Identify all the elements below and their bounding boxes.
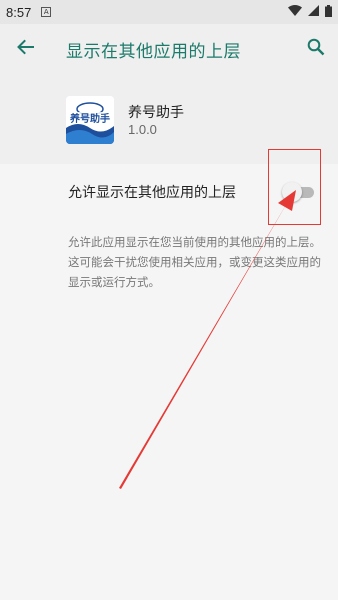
- settings-content: 允许显示在其他应用的上层 允许此应用显示在您当前使用的其他应用的上层。这可能会干…: [0, 149, 338, 600]
- permission-label: 允许显示在其他应用的上层: [68, 185, 236, 201]
- page-title: 显示在其他应用的上层: [66, 41, 241, 62]
- status-time: 8:57: [6, 4, 32, 20]
- app-icon: 养号助手: [66, 96, 114, 144]
- app-info-header: 养号助手 养号助手 1.0.0: [0, 74, 338, 164]
- toggle-thumb: [282, 182, 302, 202]
- a-badge-icon: A: [41, 7, 52, 17]
- permission-toggle[interactable]: [282, 182, 316, 202]
- app-bar: 显示在其他应用的上层: [0, 24, 338, 74]
- permission-description: 允许此应用显示在您当前使用的其他应用的上层。这可能会干扰您使用相关应用，或变更这…: [68, 235, 321, 289]
- permission-setting-row[interactable]: 允许显示在其他应用的上层: [0, 149, 338, 225]
- status-bar: 8:57 A: [0, 0, 338, 24]
- battery-icon: [325, 4, 332, 20]
- app-name: 养号助手: [128, 105, 184, 121]
- search-icon: [307, 38, 325, 60]
- app-version: 1.0.0: [128, 122, 157, 137]
- screen: 8:57 A 显示在其他应用的上层 养号助手 养号助手 1.0.0 允许显示在其…: [0, 0, 338, 600]
- signal-icon: [308, 5, 319, 19]
- wifi-icon: [288, 5, 302, 19]
- arrow-back-icon: [16, 39, 34, 59]
- search-button[interactable]: [294, 24, 338, 74]
- app-icon-text: 养号助手: [69, 112, 110, 125]
- status-icons: [288, 4, 332, 20]
- back-button[interactable]: [0, 24, 50, 74]
